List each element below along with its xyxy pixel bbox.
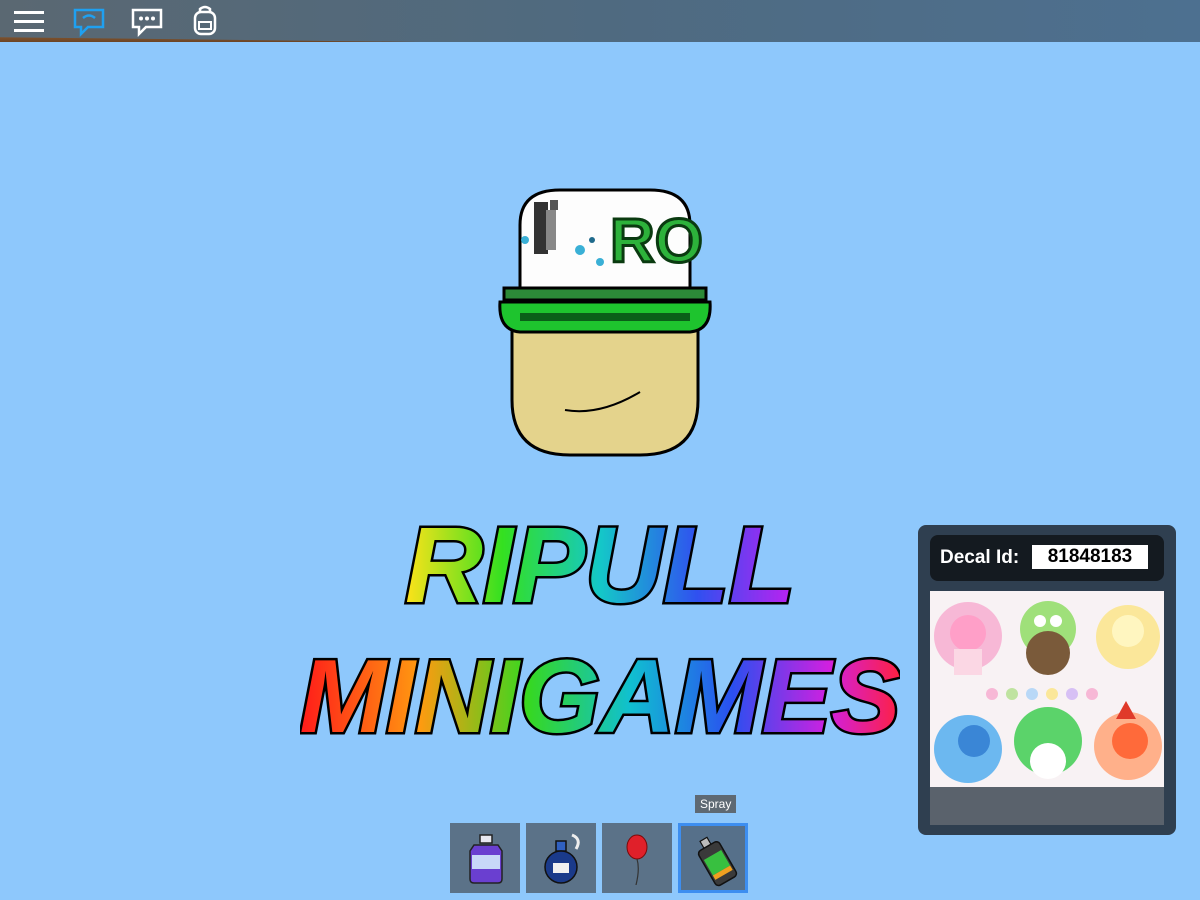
avatar-head-art: RO — [490, 180, 720, 470]
chat-button[interactable] — [72, 4, 106, 38]
top-bar — [0, 0, 1200, 42]
hotbar-tooltip: Spray — [695, 795, 737, 813]
chat-icon — [73, 8, 105, 38]
decal-panel: Decal Id: — [918, 525, 1176, 835]
backpack-button[interactable] — [188, 4, 222, 38]
logo-line-1: RIPULL — [405, 504, 795, 625]
hotbar-slot-1[interactable] — [450, 823, 520, 893]
logo-line-2: MINIGAMES — [300, 639, 900, 755]
hotbar-slot-3[interactable] — [602, 823, 672, 893]
decal-header: Decal Id: — [930, 535, 1164, 581]
hotbar-slot-4[interactable] — [678, 823, 748, 893]
backpack-icon — [193, 5, 217, 36]
decal-id-label: Decal Id: — [940, 547, 1020, 568]
chat-bubble-icon — [131, 8, 163, 38]
decal-panel-footer — [930, 787, 1164, 825]
spray-can-icon — [697, 836, 738, 887]
potion-icon — [544, 833, 580, 884]
balloon-icon — [626, 834, 648, 885]
game-logo: RIPULL MINIGAMES — [297, 500, 903, 760]
menu-icon — [14, 11, 44, 32]
hotbar-slot-2[interactable] — [526, 823, 596, 893]
decal-id-input[interactable] — [1032, 545, 1148, 569]
bottle-icon — [469, 834, 503, 884]
hat-logo-text: RO — [610, 207, 703, 276]
menu-button[interactable] — [12, 4, 46, 38]
decal-preview-image — [930, 591, 1164, 787]
chat-bubble-button[interactable] — [130, 4, 164, 38]
